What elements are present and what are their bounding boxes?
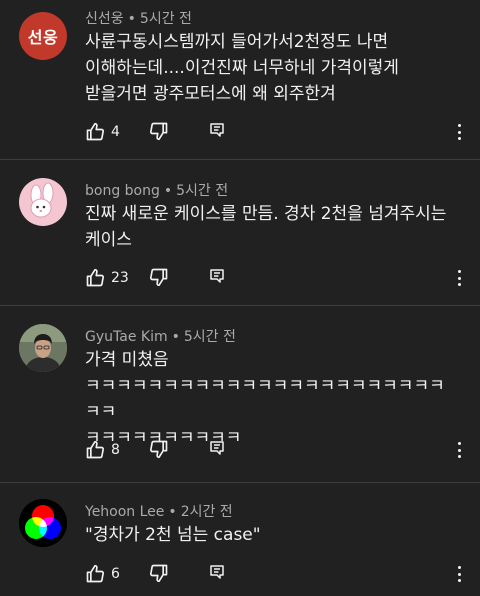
thumbs-down-icon xyxy=(149,268,168,287)
reply-icon xyxy=(210,441,224,455)
avatar[interactable] xyxy=(19,324,67,372)
avatar[interactable] xyxy=(19,178,67,226)
thumbs-down-icon xyxy=(149,564,168,583)
avatar[interactable] xyxy=(19,499,67,547)
thumbs-up-icon xyxy=(86,122,105,141)
comment-meta: GyuTae Kim • 5시간 전 xyxy=(85,329,236,345)
comment-item: Yehoon Lee • 2시간 전 "경차가 2천 넘는 case" 6 xyxy=(0,483,480,596)
comment-meta: 신선웅 • 5시간 전 xyxy=(85,11,192,27)
comment-time[interactable]: 2시간 전 xyxy=(181,504,233,520)
comment-text: 가격 미쳤음 ㅋㅋㅋㅋㅋㅋㅋㅋㅋㅋㅋㅋㅋㅋㅋㅋㅋㅋㅋㅋㅋㅋㅋㅋㅋ ㅋㅋㅋㅋㅋㅋㅋ… xyxy=(85,350,445,448)
comment-item: 선웅 신선웅 • 5시간 전 사륜구동시스템까지 들어가서2천정도 나면 이해하는데… xyxy=(0,0,480,160)
comment-meta: Yehoon Lee • 2시간 전 xyxy=(85,504,233,520)
like-button[interactable]: 6 xyxy=(85,564,120,584)
comment-text: 사륜구동시스템까지 들어가서2천정도 나면 이해하는데....이건진짜 너무하네… xyxy=(85,32,399,104)
thumbs-up-icon xyxy=(86,268,105,287)
like-count: 23 xyxy=(111,270,129,286)
avatar[interactable]: 선웅 xyxy=(19,12,67,60)
reply-button[interactable] xyxy=(208,267,226,285)
like-count: 4 xyxy=(111,124,120,140)
comment-time[interactable]: 5시간 전 xyxy=(184,329,236,345)
dislike-button[interactable] xyxy=(149,267,169,287)
thumbs-down-icon xyxy=(149,440,168,459)
reply-button[interactable] xyxy=(208,563,226,581)
person-photo-avatar-icon xyxy=(19,324,67,372)
thumbs-up-icon xyxy=(86,564,105,583)
author-name[interactable]: GyuTae Kim xyxy=(85,329,168,345)
more-options-button[interactable] xyxy=(454,564,464,584)
dislike-button[interactable] xyxy=(149,563,169,583)
comment-text: "경차가 2천 넘는 case" xyxy=(85,525,261,545)
rgb-circles-avatar-icon xyxy=(19,499,67,547)
comment-actions: 8 xyxy=(85,439,224,461)
dislike-button[interactable] xyxy=(149,439,169,459)
dislike-button[interactable] xyxy=(149,121,169,141)
reply-icon xyxy=(210,565,224,579)
pink-bunny-avatar-icon xyxy=(30,182,54,218)
thumbs-down-icon xyxy=(149,122,168,141)
more-options-button[interactable] xyxy=(454,122,464,142)
comments-list: 선웅 신선웅 • 5시간 전 사륜구동시스템까지 들어가서2천정도 나면 이해하는데… xyxy=(0,0,480,596)
like-button[interactable]: 8 xyxy=(85,440,120,460)
reply-button[interactable] xyxy=(208,439,226,457)
reply-button[interactable] xyxy=(208,121,226,139)
comment-text: 진짜 새로운 케이스를 만듬. 경차 2천을 넘겨주시는 케이스 xyxy=(85,204,447,250)
comment-item: bong bong • 5시간 전 진짜 새로운 케이스를 만듬. 경차 2천을 넘… xyxy=(0,160,480,306)
comment-actions: 6 xyxy=(85,563,224,585)
like-count: 6 xyxy=(111,566,120,582)
comment-time[interactable]: 5시간 전 xyxy=(176,183,228,199)
reply-icon xyxy=(210,269,224,283)
like-button[interactable]: 23 xyxy=(85,268,129,288)
comment-meta: bong bong • 5시간 전 xyxy=(85,183,229,199)
comment-actions: 4 xyxy=(85,121,224,143)
author-name[interactable]: 신선웅 xyxy=(85,11,124,27)
thumbs-up-icon xyxy=(86,440,105,459)
comment-item: GyuTae Kim • 5시간 전 가격 미쳤음 ㅋㅋㅋㅋㅋㅋㅋㅋㅋㅋㅋㅋㅋㅋㅋㅋ… xyxy=(0,306,480,483)
comment-actions: 23 xyxy=(85,267,224,289)
like-count: 8 xyxy=(111,442,120,458)
avatar-initials: 선웅 xyxy=(27,28,59,47)
author-name[interactable]: Yehoon Lee xyxy=(85,504,164,520)
like-button[interactable]: 4 xyxy=(85,122,120,142)
comment-time[interactable]: 5시간 전 xyxy=(140,11,192,27)
author-name[interactable]: bong bong xyxy=(85,183,160,199)
reply-icon xyxy=(210,123,224,137)
more-options-button[interactable] xyxy=(454,268,464,288)
more-options-button[interactable] xyxy=(454,440,464,460)
